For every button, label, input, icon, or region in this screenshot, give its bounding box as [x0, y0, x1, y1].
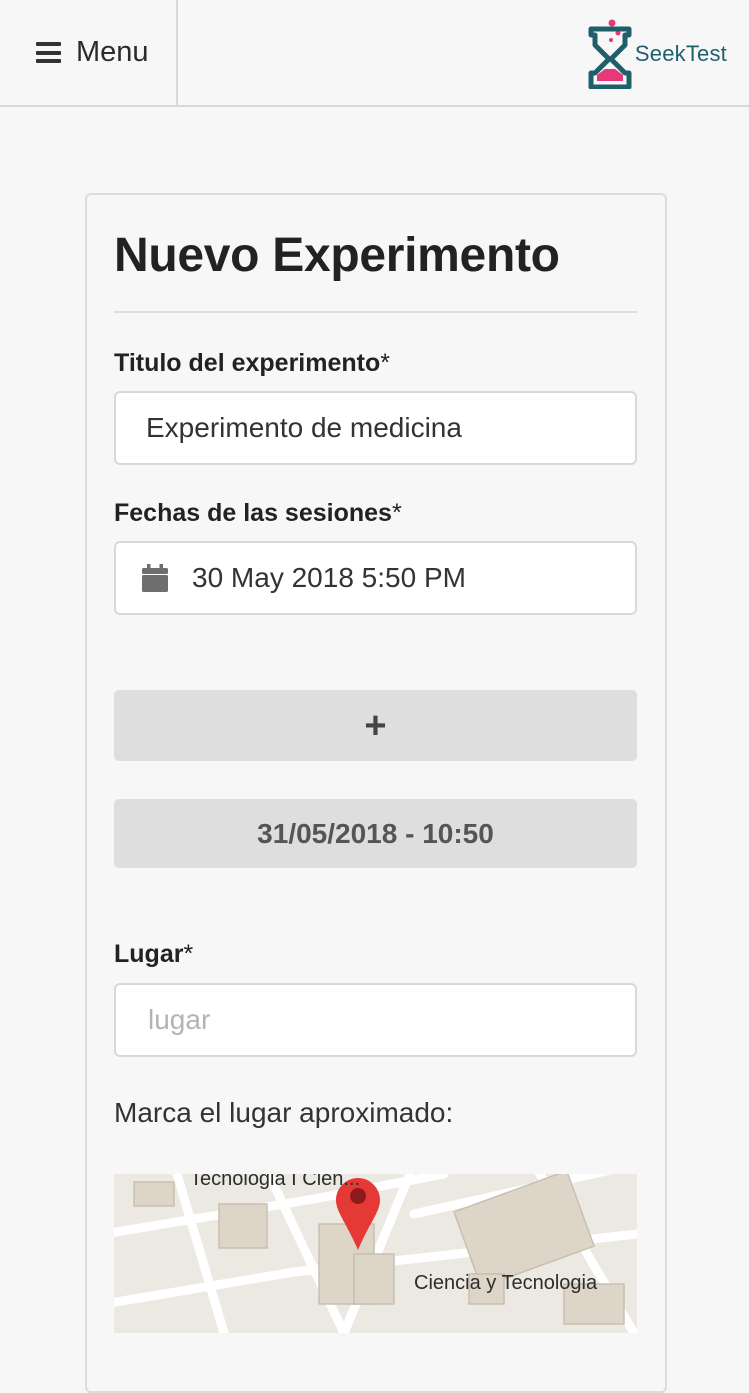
page-title: Nuevo Experimento [114, 229, 560, 282]
plus-icon: + [364, 704, 387, 747]
place-label-text: Lugar [114, 940, 184, 968]
required-mark: * [391, 499, 402, 527]
map-label-1: Tecnologia I Cien... [190, 1174, 361, 1190]
session-date-picker[interactable]: 30 May 2018 5:50 PM [114, 541, 637, 615]
session-date-value: 30 May 2018 5:50 PM [192, 562, 466, 593]
experiment-title-field[interactable]: Experimento de medicina [114, 391, 637, 465]
place-label: Lugar* [114, 940, 193, 969]
map-background [114, 1174, 637, 1333]
menu-button[interactable]: Menu [0, 0, 178, 105]
experiment-title-value[interactable]: Experimento de medicina [146, 412, 462, 444]
location-map[interactable]: Tecnologia I Cien... Ciencia y Tecnologi… [114, 1174, 637, 1333]
required-mark: * [183, 940, 194, 968]
required-mark: * [380, 349, 390, 377]
calendar-icon [142, 564, 168, 592]
experiment-title-label-text: Titulo del experimento [114, 349, 381, 377]
session-dates-label-text: Fechas de las sesiones [114, 499, 392, 527]
map-label-2: Ciencia y Tecnologia [414, 1272, 598, 1294]
session-dates-label: Fechas de las sesiones* [114, 499, 402, 528]
divider [114, 311, 637, 313]
session-entry-button[interactable]: 31/05/2018 - 10:50 [114, 799, 637, 868]
map-prompt: Marca el lugar aproximado: [114, 1097, 454, 1128]
logo[interactable]: SeekTest [587, 18, 727, 90]
experiment-title-label: Titulo del experimento* [114, 349, 390, 378]
flask-logo-icon [588, 19, 632, 89]
place-field[interactable] [114, 983, 637, 1057]
hamburger-icon [36, 42, 61, 63]
top-bar: Menu SeekTest [0, 0, 749, 107]
place-input[interactable] [146, 1003, 635, 1037]
session-entry-text: 31/05/2018 - 10:50 [257, 817, 494, 849]
logo-text: SeekTest [634, 41, 727, 66]
menu-label: Menu [76, 36, 149, 68]
add-session-button[interactable]: + [114, 690, 637, 761]
